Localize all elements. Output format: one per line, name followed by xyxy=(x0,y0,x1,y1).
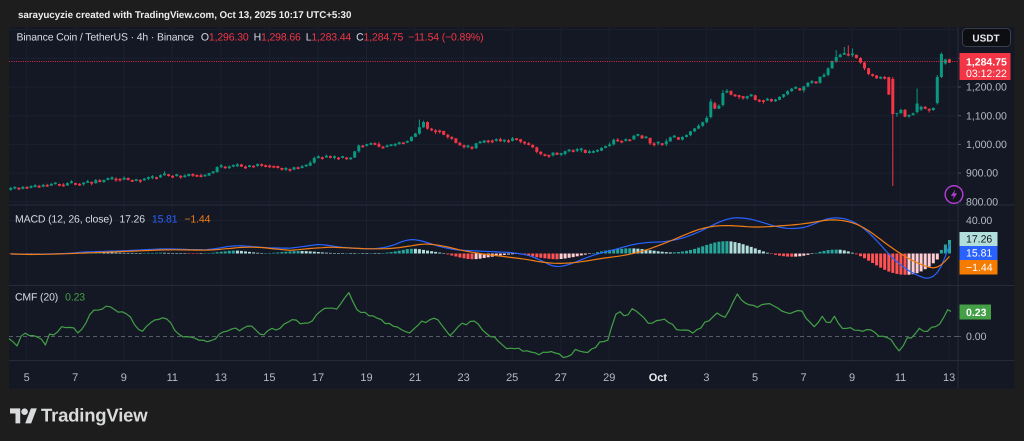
svg-text:3: 3 xyxy=(703,372,709,384)
svg-text:15: 15 xyxy=(263,372,275,384)
svg-text:1,200.00: 1,200.00 xyxy=(966,82,1007,94)
svg-text:25: 25 xyxy=(506,372,518,384)
svg-text:40.00: 40.00 xyxy=(966,215,992,227)
svg-text:9: 9 xyxy=(121,372,127,384)
svg-text:1,284.75: 1,284.75 xyxy=(966,57,1007,69)
svg-text:800.00: 800.00 xyxy=(966,196,998,208)
svg-text:900.00: 900.00 xyxy=(966,168,998,180)
svg-text:23: 23 xyxy=(457,372,469,384)
svg-text:27: 27 xyxy=(555,372,567,384)
svg-text:11: 11 xyxy=(167,372,178,384)
svg-text:17: 17 xyxy=(312,372,324,384)
svg-text:9: 9 xyxy=(849,372,855,384)
svg-text:USDT: USDT xyxy=(972,33,999,44)
svg-text:1,100.00: 1,100.00 xyxy=(966,110,1007,122)
svg-text:1,000.00: 1,000.00 xyxy=(966,139,1007,151)
svg-text:7: 7 xyxy=(800,372,806,384)
svg-text:21: 21 xyxy=(409,372,421,384)
svg-text:19: 19 xyxy=(360,372,372,384)
svg-text:Oct: Oct xyxy=(649,372,668,384)
svg-text:0.00: 0.00 xyxy=(966,331,987,343)
svg-text:11: 11 xyxy=(895,372,906,384)
svg-text:TradingView: TradingView xyxy=(41,405,148,426)
svg-text:13: 13 xyxy=(215,372,227,384)
svg-text:7: 7 xyxy=(72,372,78,384)
svg-text:17.26: 17.26 xyxy=(966,234,992,246)
svg-text:03:12:22: 03:12:22 xyxy=(966,68,1007,80)
svg-text:CMF (20)0.23: CMF (20) 0.23 xyxy=(15,292,85,304)
svg-text:29: 29 xyxy=(603,372,615,384)
svg-text:sarayucyzie created with Tradi: sarayucyzie created with TradingView.com… xyxy=(18,10,352,21)
svg-text:15.81: 15.81 xyxy=(966,248,992,260)
svg-text:5: 5 xyxy=(24,372,30,384)
svg-text:13: 13 xyxy=(943,372,955,384)
svg-text:−1.44: −1.44 xyxy=(966,262,993,274)
svg-text:5: 5 xyxy=(752,372,758,384)
svg-text:0.23: 0.23 xyxy=(966,307,987,319)
